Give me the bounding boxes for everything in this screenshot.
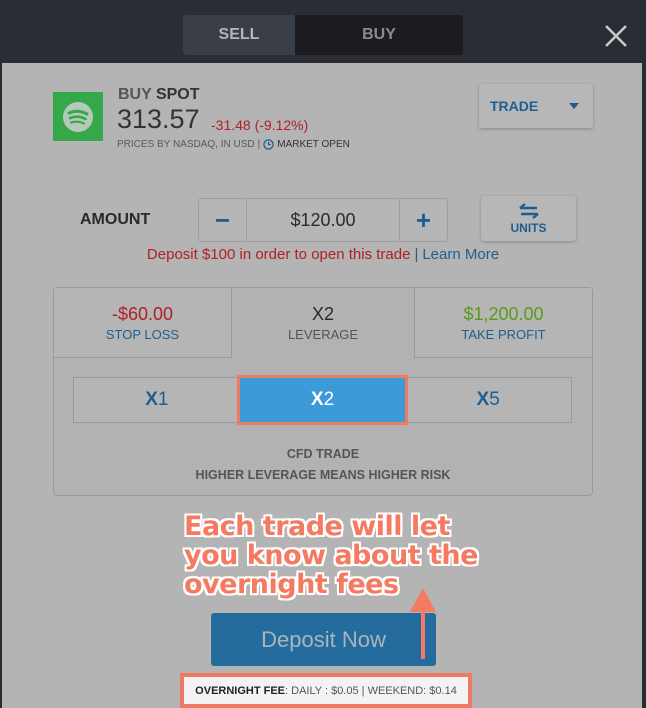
option-prefix: X bbox=[145, 389, 158, 410]
tab-take-profit[interactable]: $1,200.00 TAKE PROFIT bbox=[414, 288, 592, 358]
price: 313.57 bbox=[117, 104, 200, 134]
price-change: -31.48 (-9.12%) bbox=[211, 117, 309, 133]
annotation-arrow-icon bbox=[410, 588, 436, 659]
chevron-down-icon bbox=[569, 103, 579, 109]
amount-label: AMOUNT bbox=[80, 211, 151, 228]
stop-loss-value: -$60.00 bbox=[111, 303, 174, 324]
take-profit-value: $1,200.00 bbox=[463, 303, 544, 324]
deposit-warning: Deposit $100 in order to open this trade bbox=[146, 246, 411, 263]
leverage-option-x2[interactable]: X2 bbox=[236, 375, 409, 425]
action-label: BUY bbox=[118, 86, 152, 103]
overnight-fee: OVERNIGHT FEE: DAILY : $0.05 | WEEKEND: … bbox=[184, 677, 468, 704]
units-label: UNITS bbox=[510, 220, 547, 235]
increase-amount-button[interactable]: + bbox=[399, 199, 447, 241]
deposit-now-button[interactable]: Deposit Now bbox=[211, 613, 436, 666]
spotify-logo-icon bbox=[53, 92, 103, 141]
amount-input[interactable]: $120.00 bbox=[247, 199, 399, 241]
learn-more-link[interactable]: Learn More bbox=[422, 246, 499, 263]
dialog-header: SELL BUY bbox=[2, 3, 642, 62]
risk-tabs: -$60.00 STOP LOSS X2 LEVERAGE $1,200.00 … bbox=[54, 288, 592, 358]
overnight-fee-label: OVERNIGHT FEE bbox=[195, 684, 286, 697]
annotation-line: Each trade will let bbox=[184, 511, 450, 542]
option-prefix: X bbox=[310, 389, 324, 410]
overnight-fee-values: : DAILY : $0.05 | WEEKEND: $0.14 bbox=[285, 684, 457, 697]
option-prefix: X bbox=[476, 389, 490, 410]
amount-stepper: − $120.00 + bbox=[198, 198, 448, 242]
close-button[interactable] bbox=[602, 22, 630, 50]
units-toggle-button[interactable]: UNITS bbox=[481, 196, 576, 241]
overnight-fee-highlight: OVERNIGHT FEE: DAILY : $0.05 | WEEKEND: … bbox=[180, 673, 472, 708]
leverage-option-x1[interactable]: X1 bbox=[74, 378, 240, 422]
decrease-amount-button[interactable]: − bbox=[199, 199, 247, 241]
tab-sell[interactable]: SELL bbox=[183, 15, 295, 55]
instrument-title: BUY SPOT bbox=[118, 86, 200, 104]
market-status: MARKET OPEN bbox=[277, 139, 350, 150]
take-profit-label: TAKE PROFIT bbox=[461, 326, 546, 342]
leverage-label: LEVERAGE bbox=[287, 327, 359, 342]
tab-stop-loss[interactable]: -$60.00 STOP LOSS bbox=[54, 288, 232, 358]
trade-dialog: SELL BUY BUY SPOT 313.57 -31.48 (-9.12%)… bbox=[0, 0, 646, 708]
leverage-card: -$60.00 STOP LOSS X2 LEVERAGE $1,200.00 … bbox=[53, 287, 593, 496]
option-number: 2 bbox=[323, 389, 335, 410]
price-meta: PRICES BY NASDAQ, IN USD | MARKET OPEN bbox=[117, 139, 350, 150]
leverage-value: X2 bbox=[311, 304, 335, 324]
annotation-line: you know about the bbox=[184, 540, 478, 571]
swap-arrows-icon bbox=[518, 202, 539, 219]
order-type-value: TRADE bbox=[490, 98, 539, 114]
stop-loss-label: STOP LOSS bbox=[105, 326, 180, 342]
tab-leverage[interactable]: X2 LEVERAGE bbox=[232, 288, 414, 358]
leverage-option-x5[interactable]: X5 bbox=[405, 378, 571, 422]
option-number: 5 bbox=[489, 389, 500, 410]
cfd-trade-label: CFD TRADE bbox=[286, 447, 360, 461]
close-icon bbox=[605, 25, 627, 47]
clock-icon bbox=[263, 139, 274, 150]
separator: | bbox=[414, 246, 419, 263]
tab-buy[interactable]: BUY bbox=[295, 15, 463, 55]
risk-note: CFD TRADE HIGHER LEVERAGE MEANS HIGHER R… bbox=[54, 444, 592, 486]
sell-buy-toggle: SELL BUY bbox=[183, 15, 463, 55]
separator: | bbox=[257, 139, 261, 150]
option-number: 1 bbox=[157, 389, 169, 410]
symbol-label: SPOT bbox=[155, 86, 200, 103]
risk-warning: HIGHER LEVERAGE MEANS HIGHER RISK bbox=[195, 468, 451, 482]
price-source: PRICES BY NASDAQ, IN USD bbox=[117, 139, 255, 150]
order-type-dropdown[interactable]: TRADE bbox=[479, 84, 593, 128]
leverage-options: X1 X2 X5 bbox=[73, 375, 572, 425]
deposit-notice: Deposit $100 in order to open this trade… bbox=[0, 246, 646, 263]
